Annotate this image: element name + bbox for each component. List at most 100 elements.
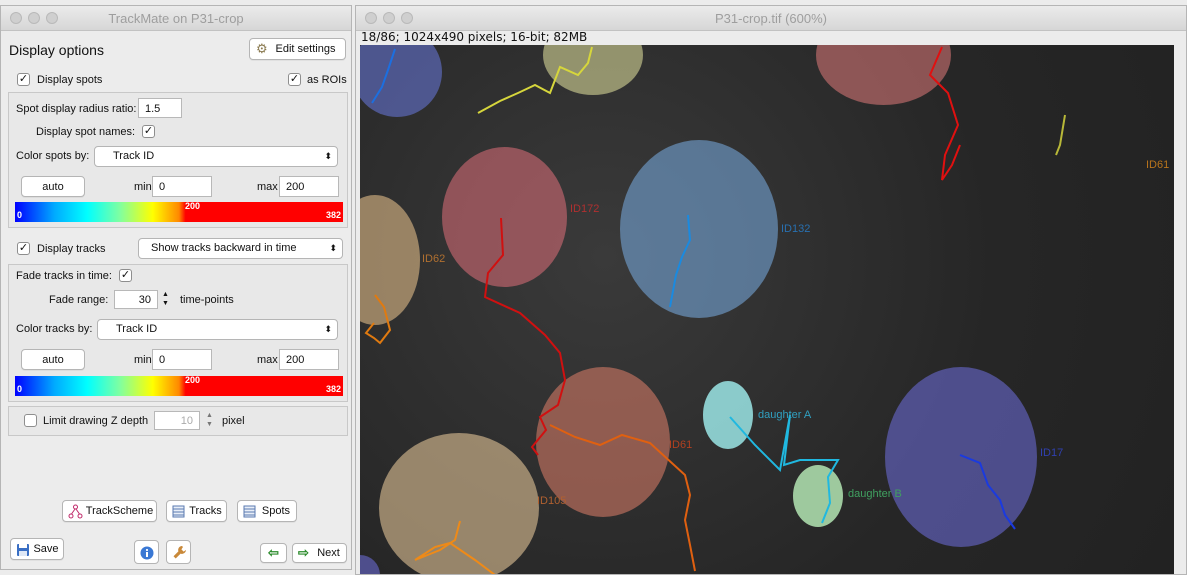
spot-label-id105: ID105: [537, 495, 567, 507]
info-button[interactable]: [134, 540, 159, 564]
spots-colorbar-max: 382: [325, 210, 341, 220]
spots-min-label: min: [134, 181, 152, 193]
track-mode-value: Show tracks backward in time: [151, 242, 297, 254]
spots-max-label: max: [257, 181, 278, 193]
chevron-updown-icon: ⬍: [324, 151, 332, 161]
table-icon: [243, 505, 256, 518]
spot-label-id62: ID62: [422, 253, 446, 265]
previous-button[interactable]: ⇦: [260, 543, 287, 563]
track-blue-id17: [959, 454, 1016, 530]
tracks-max-label: max: [257, 354, 278, 366]
image-canvas[interactable]: ID61 ID172 ID132 ID62 daughter A daughte…: [360, 45, 1174, 574]
color-spots-value: Track ID: [113, 150, 155, 162]
spots-colorbar-mid: 200: [185, 201, 201, 211]
trackscheme-label: TrackScheme: [85, 505, 154, 517]
track-cyan-daughters: [729, 414, 840, 524]
next-label: Next: [317, 547, 340, 559]
color-tracks-value: Track ID: [116, 323, 158, 335]
fade-unit-label: time-points: [180, 294, 234, 306]
color-tracks-select[interactable]: Track ID ⬍: [97, 319, 338, 340]
chevron-updown-icon: ⬍: [329, 243, 337, 253]
track-blue-id132: [669, 214, 692, 308]
spot-label-daughter-a: daughter A: [758, 409, 812, 421]
color-spots-label: Color spots by:: [16, 150, 90, 162]
limit-z-label: Limit drawing Z depth: [43, 415, 149, 427]
tracks-min-label: min: [134, 354, 152, 366]
color-tracks-label: Color tracks by:: [16, 323, 93, 335]
table-icon: [172, 505, 185, 518]
as-rois-label: as ROIs: [307, 74, 347, 86]
tracks-label: Tracks: [189, 505, 222, 517]
image-titlebar[interactable]: P31-crop.tif (600%): [356, 6, 1186, 31]
track-yellowgreen-right: [1055, 114, 1066, 156]
tracks-colorbar-min: 0: [17, 384, 23, 394]
trackmate-window-title: TrackMate on P31-crop: [108, 11, 244, 26]
tracks-max-input[interactable]: 200: [279, 349, 339, 370]
spot-label-daughter-b: daughter B: [848, 488, 902, 500]
display-spots-checkbox[interactable]: ✓: [17, 73, 30, 86]
fade-range-input[interactable]: 30: [114, 290, 158, 309]
track-orange-bottom: [414, 520, 496, 574]
z-depth-input[interactable]: 10: [154, 411, 200, 430]
z-unit-label: pixel: [222, 415, 245, 427]
next-button[interactable]: ⇨ Next: [292, 543, 347, 563]
fade-tracks-checkbox[interactable]: ✓: [119, 269, 132, 282]
spots-max-input[interactable]: 200: [279, 176, 339, 197]
display-spots-label: Display spots: [37, 74, 103, 86]
as-rois-checkbox[interactable]: ✓: [288, 73, 301, 86]
edit-settings-button[interactable]: ⚙ Edit settings: [249, 38, 346, 60]
track-mode-select[interactable]: Show tracks backward in time ⬍: [138, 238, 343, 259]
track-orange-id62: [364, 294, 392, 345]
trackscheme-button[interactable]: TrackScheme: [62, 500, 157, 522]
gear-icon: ⚙: [256, 41, 268, 56]
spot-names-label: Display spot names:: [36, 126, 136, 138]
trackmate-titlebar[interactable]: TrackMate on P31-crop: [1, 6, 351, 31]
track-red-id172: [483, 217, 567, 456]
spot-label-id132: ID132: [781, 223, 811, 235]
spots-min-input[interactable]: 0: [152, 176, 212, 197]
image-window-title: P31-crop.tif (600%): [715, 11, 827, 26]
z-depth-stepper[interactable]: ▲ ▼: [204, 411, 215, 430]
spot-label-id172: ID172: [570, 203, 600, 215]
fade-range-label: Fade range:: [49, 294, 109, 306]
chevron-updown-icon: ⬍: [324, 324, 332, 334]
track-red-top: [928, 46, 961, 181]
log-button[interactable]: [166, 540, 191, 564]
info-icon: [140, 546, 154, 560]
tracks-colorbar-mid: 200: [185, 375, 201, 385]
spot-names-checkbox[interactable]: ✓: [142, 125, 155, 138]
limit-z-checkbox[interactable]: [24, 414, 37, 427]
fade-range-stepper[interactable]: ▲ ▼: [160, 290, 171, 309]
spots-colorbar-min: 0: [17, 210, 23, 220]
wrench-icon: [173, 546, 186, 559]
spots-label: Spots: [261, 505, 291, 517]
tracks-overlay: [364, 46, 1066, 574]
tracks-auto-button[interactable]: auto: [21, 349, 85, 370]
spots-colorbar: 0 200 382: [15, 201, 343, 222]
arrow-left-icon: ⇦: [268, 545, 279, 560]
edit-settings-label: Edit settings: [275, 43, 336, 55]
tracks-colorbar-max: 382: [325, 384, 341, 394]
image-info-text: 18/86; 1024x490 pixels; 16-bit; 82MB: [361, 30, 588, 44]
spot-label-id17: ID17: [1040, 447, 1064, 459]
tracks-colorbar: 0 200 382: [15, 375, 343, 396]
tracks-min-input[interactable]: 0: [152, 349, 212, 370]
spots-button[interactable]: Spots: [237, 500, 297, 522]
floppy-disk-icon: [17, 544, 29, 556]
trackscheme-icon: [68, 504, 83, 519]
fade-tracks-label: Fade tracks in time:: [16, 270, 112, 282]
track-blue-topleft: [371, 48, 396, 104]
display-tracks-label: Display tracks: [37, 243, 106, 255]
display-tracks-checkbox[interactable]: ✓: [17, 242, 30, 255]
track-yellow: [477, 46, 593, 114]
tracks-button[interactable]: Tracks: [166, 500, 227, 522]
display-options-heading: Display options: [9, 42, 104, 58]
save-button[interactable]: Save: [10, 538, 64, 560]
spots-auto-button[interactable]: auto: [21, 176, 85, 197]
spot-label-id61-right: ID61: [1146, 159, 1170, 171]
color-spots-select[interactable]: Track ID ⬍: [94, 146, 338, 167]
arrow-right-icon: ⇨: [298, 545, 309, 560]
spot-radius-label: Spot display radius ratio:: [16, 103, 137, 115]
spot-radius-input[interactable]: 1.5: [138, 98, 182, 118]
trackmate-window: TrackMate on P31-crop Display options ⚙ …: [0, 5, 352, 570]
